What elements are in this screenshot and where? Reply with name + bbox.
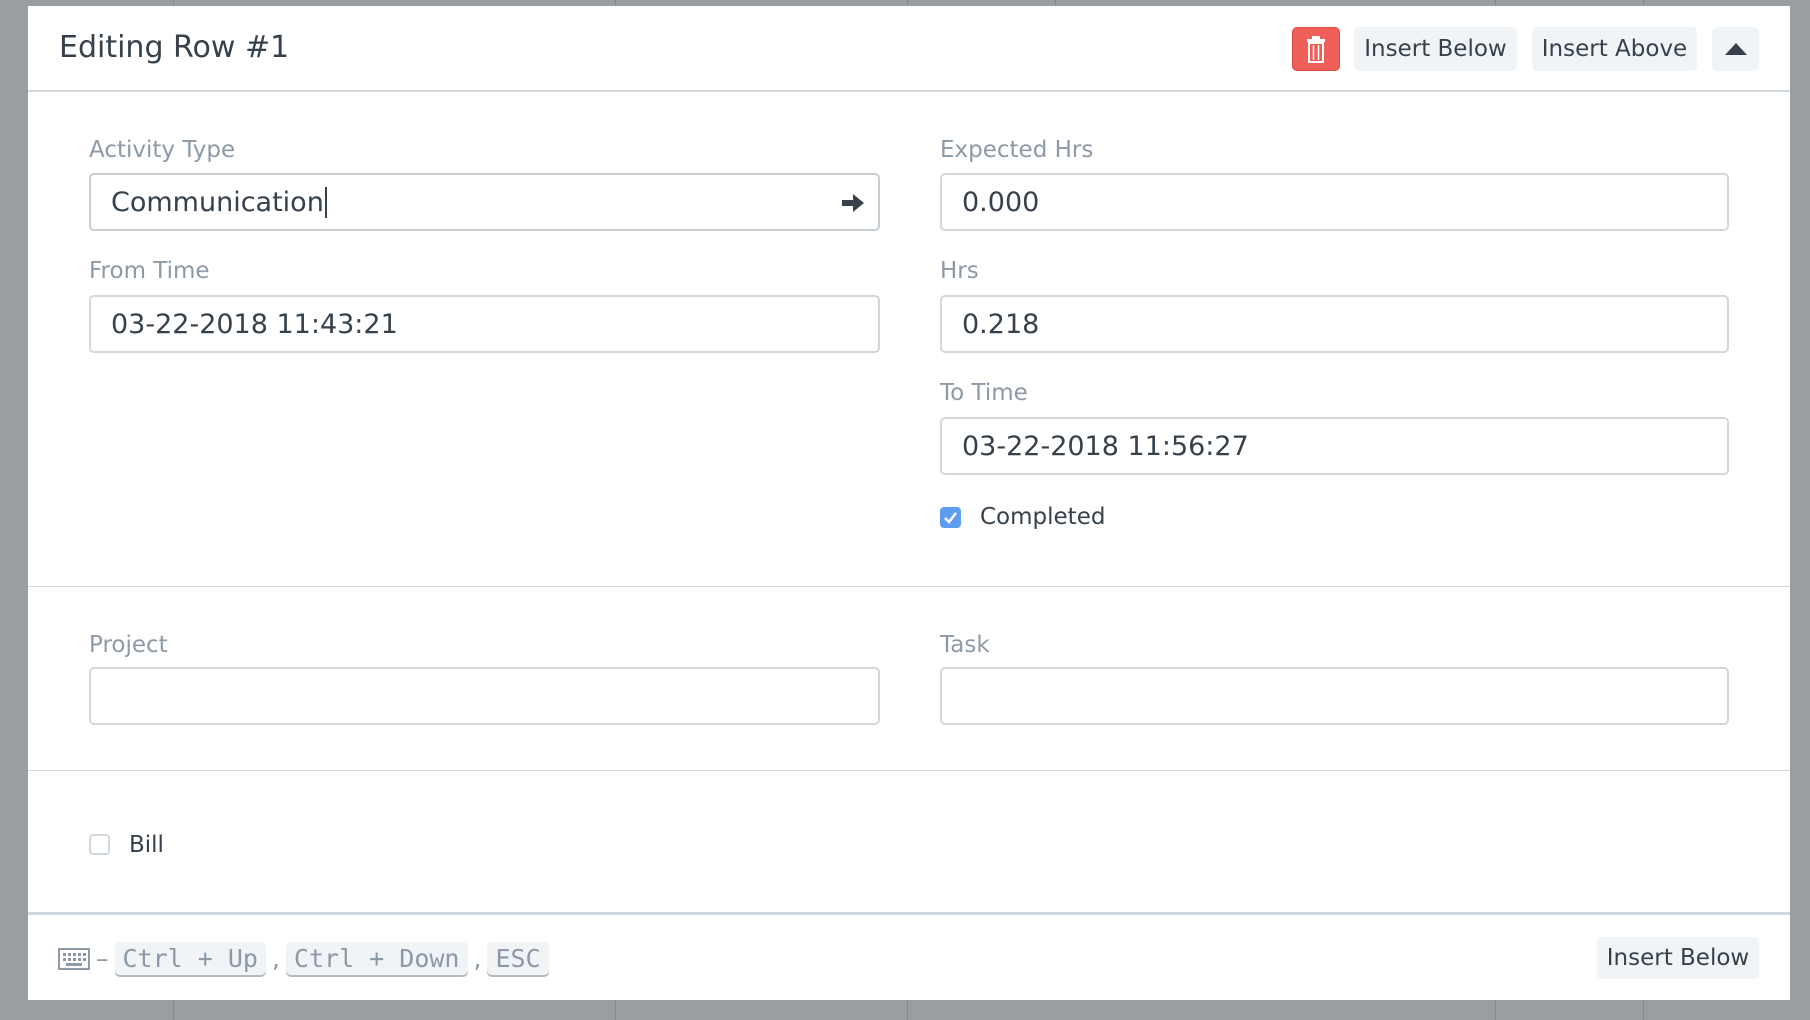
footer-divider xyxy=(28,912,1790,915)
completed-checkbox[interactable] xyxy=(940,507,961,528)
from-time-input[interactable]: 03-22-2018 11:43:21 xyxy=(89,295,880,353)
dash: – xyxy=(96,944,109,973)
shortcut-ctrl-down: Ctrl + Down xyxy=(285,942,468,975)
expected-hrs-input[interactable]: 0.000 xyxy=(940,173,1729,231)
activity-type-input[interactable]: Communication xyxy=(89,173,880,231)
expected-hrs-label: Expected Hrs xyxy=(940,137,1094,163)
shortcut-esc: ESC xyxy=(487,942,549,975)
bill-checkbox[interactable] xyxy=(89,834,110,855)
to-time-input[interactable]: 03-22-2018 11:56:27 xyxy=(940,417,1729,475)
section-divider xyxy=(28,586,1790,587)
shortcut-ctrl-up: Ctrl + Up xyxy=(114,942,266,975)
to-time-label: To Time xyxy=(940,380,1028,406)
row-editor-panel: Editing Row #1 Insert Below Insert Above… xyxy=(28,6,1790,1000)
task-input[interactable] xyxy=(940,667,1729,725)
project-label: Project xyxy=(89,632,168,658)
separator: , xyxy=(473,944,482,973)
task-label: Task xyxy=(940,632,990,658)
activity-type-label: Activity Type xyxy=(89,137,236,163)
delete-row-button[interactable] xyxy=(1292,27,1340,71)
insert-above-button[interactable]: Insert Above xyxy=(1532,27,1697,71)
footer-insert-below-button[interactable]: Insert Below xyxy=(1597,937,1759,979)
caret-up-icon xyxy=(1724,43,1747,55)
section-divider xyxy=(28,770,1790,771)
hrs-input[interactable]: 0.218 xyxy=(940,295,1729,353)
activity-type-value: Communication xyxy=(111,186,327,218)
separator: , xyxy=(271,944,280,973)
keyboard-shortcuts: – Ctrl + Up, Ctrl + Down, ESC xyxy=(58,942,549,975)
arrow-right-icon[interactable] xyxy=(842,194,864,212)
panel-title: Editing Row #1 xyxy=(59,30,290,65)
keyboard-icon xyxy=(58,947,90,970)
hrs-label: Hrs xyxy=(940,258,979,284)
panel-header: Editing Row #1 Insert Below Insert Above xyxy=(28,6,1790,92)
insert-below-button[interactable]: Insert Below xyxy=(1354,27,1517,71)
completed-label: Completed xyxy=(980,504,1106,530)
trash-icon xyxy=(1307,36,1325,63)
collapse-button[interactable] xyxy=(1712,27,1759,71)
from-time-label: From Time xyxy=(89,258,210,284)
checkmark-icon xyxy=(944,512,957,524)
project-input[interactable] xyxy=(89,667,880,725)
bill-label: Bill xyxy=(129,832,164,858)
